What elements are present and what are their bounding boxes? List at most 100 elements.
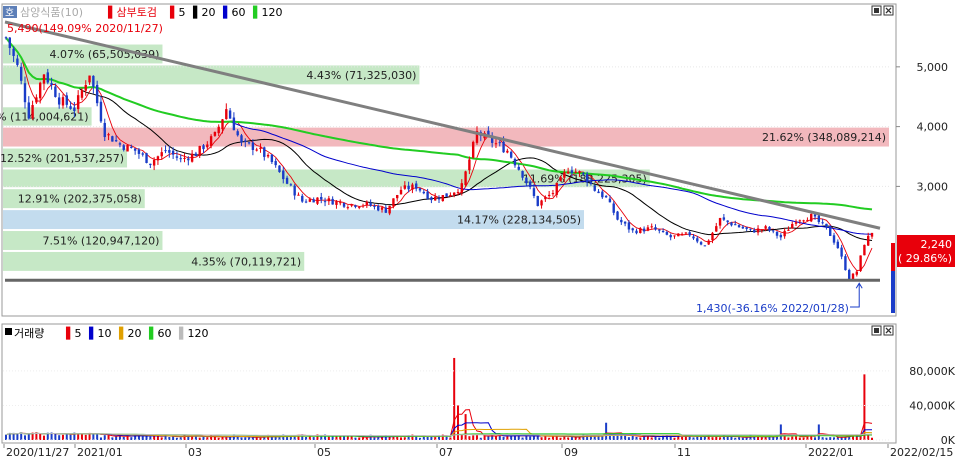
candle-body: [99, 101, 103, 122]
volume-bar: [80, 433, 83, 440]
candle-body: [107, 134, 110, 136]
candle-body: [821, 222, 824, 224]
candle-body: [418, 188, 422, 191]
candle-body: [361, 205, 365, 207]
volume-bar: [16, 433, 19, 440]
candle-body: [415, 183, 418, 189]
price-axis: 5,000 4,000 3,000: [896, 61, 948, 193]
volume-tick-label: 40,000K: [909, 399, 955, 412]
volume-profile-label: 14.17% (228,134,505): [457, 214, 581, 227]
candle-body: [263, 147, 266, 157]
candle-body: [16, 58, 19, 65]
volume-panel: [1, 323, 897, 444]
candle-body: [601, 191, 604, 198]
candle-body: [825, 223, 828, 227]
candle-body: [392, 198, 395, 207]
candle-body: [133, 148, 137, 151]
candle-body: [301, 195, 304, 202]
candle-body: [540, 200, 543, 206]
candle-body: [494, 143, 498, 145]
settings-icon-glyph: 호: [5, 7, 14, 19]
candle-body: [730, 222, 733, 226]
date-tick-label: 2020/11/27: [6, 446, 69, 459]
volume-profile-label: 12.52% (201,537,257): [0, 152, 124, 165]
volume-bar: [798, 437, 801, 440]
candle-body: [202, 145, 205, 150]
volume-bar: [145, 435, 148, 440]
candle-body: [726, 220, 729, 223]
volume-bar: [400, 437, 403, 440]
volume-bar: [627, 437, 630, 440]
candle-body: [244, 140, 247, 142]
candle-body: [456, 191, 460, 193]
candle-body: [289, 184, 293, 186]
volume-bar: [631, 435, 634, 440]
volume-bar: [460, 434, 463, 440]
volume-bar: [244, 437, 247, 440]
candle-body: [452, 192, 456, 196]
candle-body: [426, 191, 429, 199]
volume-minimize-fill: [874, 328, 879, 333]
candle-body: [794, 222, 798, 224]
candle-body: [388, 205, 391, 214]
date-tick-label: 11: [677, 446, 691, 459]
price-ma-legend-item: ▌120: [252, 5, 282, 19]
candle-body: [130, 146, 133, 148]
candle-body: [23, 83, 27, 103]
volume-bar: [320, 436, 323, 440]
volume-bar: [198, 437, 201, 440]
candle-body: [597, 191, 600, 194]
volume-bar: [107, 435, 110, 440]
candle-body: [692, 236, 695, 239]
candle-body: [54, 86, 57, 97]
volume-bar: [5, 434, 7, 440]
candle-body: [114, 140, 118, 142]
candle-body: [848, 269, 851, 281]
candle-body: [335, 201, 338, 205]
candle-body: [4, 37, 8, 39]
volume-bar: [327, 436, 330, 440]
candle-body: [422, 191, 426, 194]
current-price-marker: [891, 243, 895, 271]
candle-body: [551, 193, 555, 195]
candle-body: [282, 170, 285, 180]
candle-body: [342, 203, 346, 207]
candle-body: [171, 150, 175, 155]
date-tick-label: 09: [564, 446, 578, 459]
candle-body: [517, 166, 520, 170]
candle-body: [175, 156, 179, 158]
volume-bar: [426, 436, 429, 440]
candle-body: [441, 195, 444, 202]
candle-body: [111, 136, 114, 142]
volume-bar: [156, 436, 159, 440]
candle-body: [164, 150, 167, 152]
volume-bar: [814, 437, 817, 440]
candle-body: [711, 232, 714, 241]
candle-body: [8, 37, 11, 49]
candle-body: [768, 226, 771, 231]
candle-body: [787, 229, 790, 231]
volume-bar: [213, 436, 216, 440]
candle-body: [251, 142, 255, 150]
candle-body: [183, 157, 186, 159]
price-ma-legend-item: ▌20: [192, 5, 215, 19]
volume-bar: [570, 437, 573, 440]
candle-body: [221, 119, 224, 130]
candle-body: [323, 201, 327, 203]
candle-body: [798, 220, 802, 222]
candle-body: [228, 110, 232, 119]
candle-body: [582, 173, 585, 175]
candle-body: [722, 217, 726, 220]
candle-body: [297, 194, 300, 196]
candle-body: [639, 228, 642, 234]
candle-body: [350, 204, 353, 206]
candle-body: [509, 151, 513, 158]
volume-title: 거래량: [14, 327, 44, 340]
candle-body: [669, 235, 672, 238]
volume-bar: [464, 414, 467, 440]
candle-body: [194, 153, 198, 157]
candle-body: [525, 177, 528, 184]
volume-bar: [42, 435, 45, 440]
candle-body: [88, 75, 91, 83]
candle-body: [806, 219, 809, 221]
